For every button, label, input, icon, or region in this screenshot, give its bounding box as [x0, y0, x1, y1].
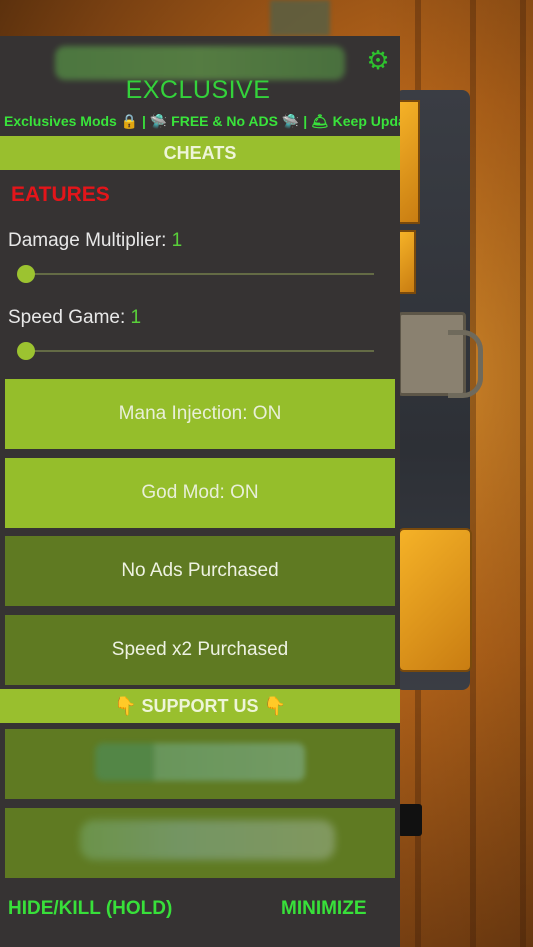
support-link-button[interactable]	[5, 808, 395, 878]
no-ads-toggle[interactable]: No Ads Purchased	[5, 536, 395, 606]
slider-label-text: Damage Multiplier:	[8, 230, 172, 251]
slider-value: 1	[171, 230, 183, 251]
background-blur	[270, 0, 330, 36]
slider-label-text: Speed Game:	[8, 307, 131, 328]
hide-kill-button[interactable]: HIDE/KILL (HOLD)	[8, 898, 172, 920]
support-link-button[interactable]	[5, 729, 395, 799]
blurred-logo	[55, 46, 345, 80]
slider-thumb[interactable]	[17, 342, 35, 360]
god-mod-toggle[interactable]: God Mod: ON	[5, 458, 395, 528]
slider-value: 1	[130, 307, 142, 328]
game-armor-piece	[398, 100, 420, 224]
slider-thumb[interactable]	[17, 265, 35, 283]
marquee-text: Exclusives Mods 🔒 | 🛸 FREE & No ADS 🛸 | …	[4, 113, 400, 129]
mana-injection-toggle[interactable]: Mana Injection: ON	[5, 379, 395, 449]
game-object	[398, 804, 422, 836]
menu-title: EXCLUSIVE	[125, 76, 271, 104]
gear-icon[interactable]: ⚙	[364, 46, 392, 74]
features-label: EATURES	[11, 183, 110, 206]
support-header: 👇 SUPPORT US 👇	[0, 689, 400, 723]
game-weapon-ring	[448, 330, 483, 398]
cheats-header: CHEATS	[0, 136, 400, 170]
minimize-button[interactable]: MINIMIZE	[281, 898, 367, 920]
game-armor-piece	[398, 528, 472, 672]
damage-multiplier-slider[interactable]	[17, 265, 374, 283]
game-armor-piece	[398, 230, 416, 294]
blurred-content	[80, 820, 335, 860]
blurred-content	[95, 743, 305, 781]
mod-menu-panel: ⚙ EXCLUSIVE Exclusives Mods 🔒 | 🛸 FREE &…	[0, 36, 400, 947]
damage-multiplier-label: Damage Multiplier: 1	[8, 230, 182, 252]
menu-header[interactable]: ⚙ EXCLUSIVE Exclusives Mods 🔒 | 🛸 FREE &…	[0, 36, 400, 136]
speed-x2-toggle[interactable]: Speed x2 Purchased	[5, 615, 395, 685]
speed-game-label: Speed Game: 1	[8, 307, 141, 329]
speed-game-slider[interactable]	[17, 342, 374, 360]
